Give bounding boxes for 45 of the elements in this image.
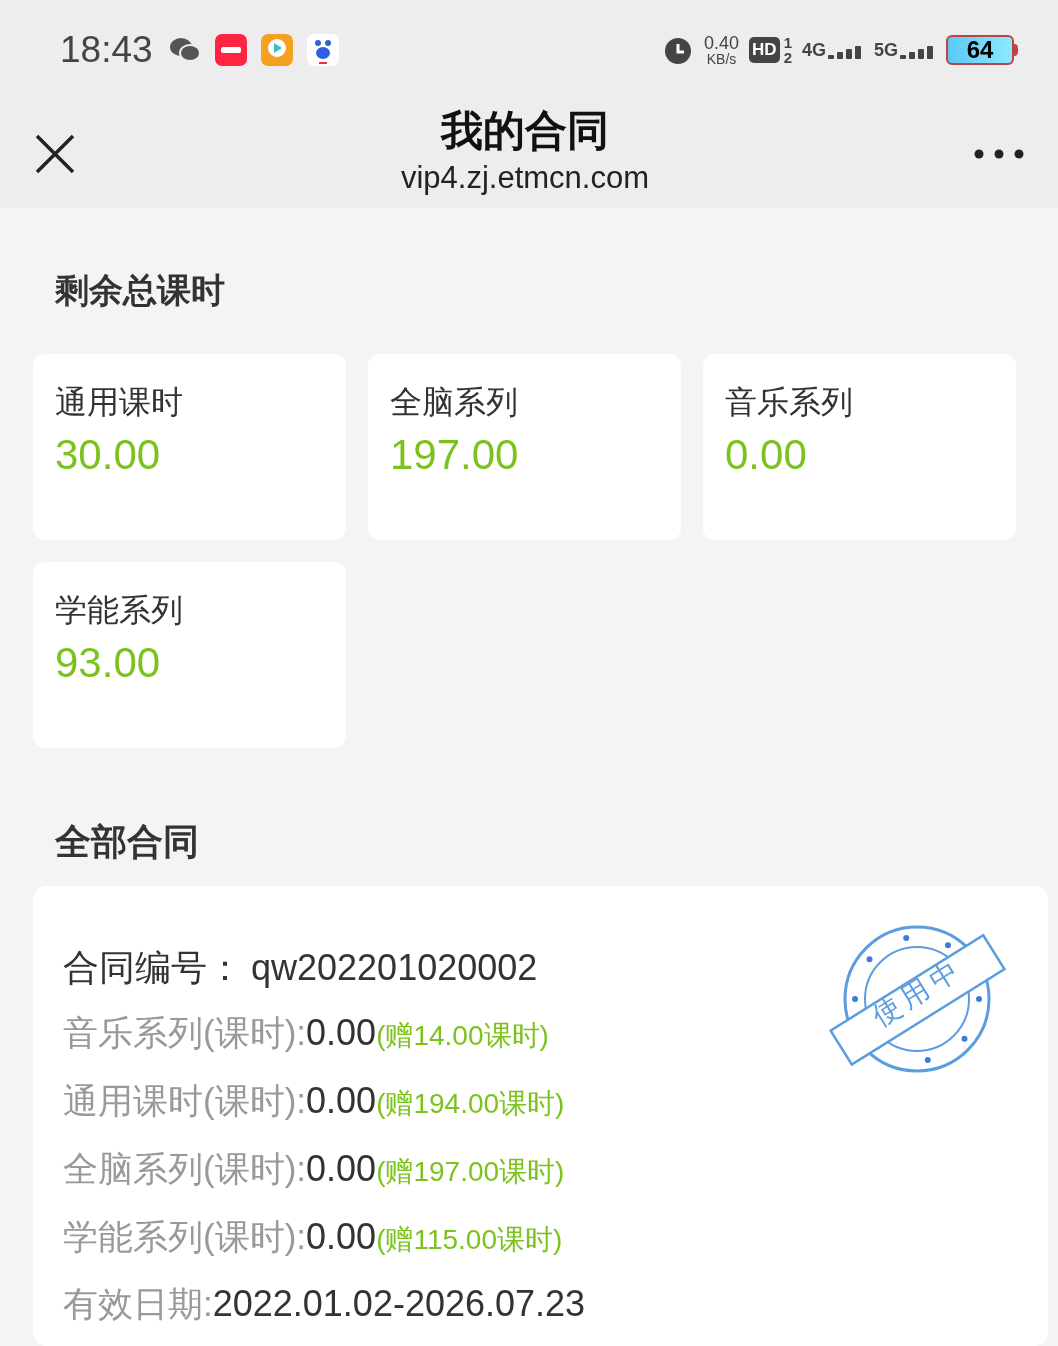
row-value: 0.00: [306, 1215, 377, 1259]
date-range: 2022.01.02-2026.07.23: [212, 1282, 586, 1326]
signal-icon: [900, 43, 936, 59]
paw-app-icon[interactable]: [306, 34, 339, 66]
row-label: 全脑系列(课时):: [63, 1148, 307, 1190]
signal-icon: [828, 43, 864, 59]
close-button[interactable]: [34, 133, 76, 175]
hours-value: 197.00: [390, 430, 519, 480]
date-label: 有效日期:: [63, 1283, 213, 1325]
battery-level: 64: [946, 35, 1014, 65]
hours-value: 30.00: [55, 430, 161, 480]
row-label: 音乐系列(课时):: [63, 1012, 307, 1054]
gift-hours: (赠14.00课时): [376, 1019, 549, 1053]
contract-number: qw202201020002: [251, 946, 538, 990]
hd-badge: HD: [749, 37, 780, 63]
app-icon[interactable]: [214, 34, 247, 66]
hours-label: 通用课时: [55, 383, 183, 422]
gift-hours: (赠194.00课时): [376, 1087, 565, 1121]
page-url: vip4.zj.etmcn.com: [400, 159, 650, 197]
hours-label: 全脑系列: [390, 383, 518, 422]
section-title: 全部合同: [54, 820, 200, 864]
contract-number-label: 合同编号：: [63, 946, 243, 990]
hours-value: 93.00: [55, 638, 161, 688]
sim-number: 1: [783, 35, 792, 50]
speed-value: 0.40: [704, 34, 740, 52]
more-icon: [974, 149, 1024, 159]
gift-hours: (赠115.00课时): [376, 1223, 563, 1257]
hours-label: 学能系列: [55, 591, 183, 630]
network-type: 5G: [874, 41, 898, 59]
close-icon: [35, 134, 75, 174]
row-label: 通用课时(课时):: [63, 1080, 307, 1122]
network-type: 4G: [801, 41, 826, 59]
hours-label: 音乐系列: [725, 383, 853, 422]
page-title: 我的合同: [441, 106, 609, 156]
gift-hours: (赠197.00课时): [376, 1155, 565, 1189]
section-title: 剩余总课时: [54, 270, 226, 311]
row-value: 0.00: [306, 1011, 377, 1055]
row-label: 学能系列(课时):: [63, 1216, 307, 1258]
stamp-text: 使用中: [865, 950, 971, 1034]
row-value: 0.00: [306, 1079, 377, 1123]
row-value: 0.00: [306, 1147, 377, 1191]
hours-value: 0.00: [725, 430, 807, 480]
clock-time: 18:43: [60, 28, 153, 73]
sim-number: 2: [783, 50, 792, 65]
speed-unit: KB/s: [706, 52, 737, 66]
